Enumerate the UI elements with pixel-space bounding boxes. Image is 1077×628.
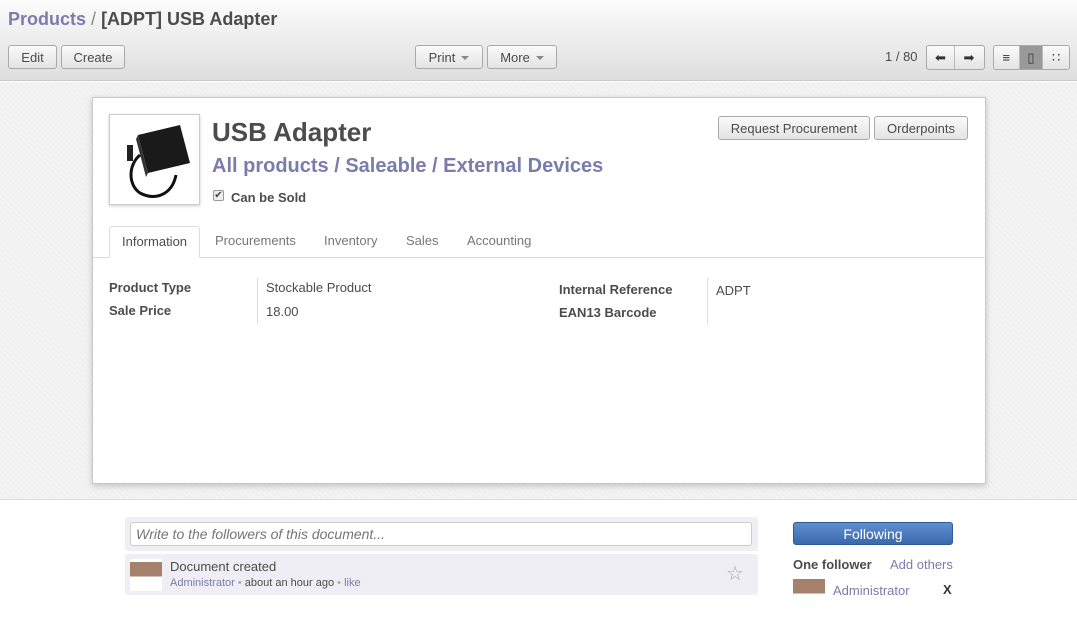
follower-name-link[interactable]: Administrator [833,583,910,598]
pager-buttons: ⬅ ➡ [926,45,985,70]
message-time: about an hour ago [244,577,335,589]
tab-procurements[interactable]: Procurements [203,226,308,258]
chatter-compose [125,517,758,551]
pager-value[interactable]: 1 / 80 [885,49,918,64]
can-be-sold-checkbox[interactable]: ✔ [213,190,224,201]
product-image[interactable] [109,114,200,205]
request-procurement-button[interactable]: Request Procurement [718,116,870,140]
view-switcher: ≡ ▯ ∷ [993,45,1070,70]
control-panel: Products / [ADPT] USB Adapter Edit Creat… [0,0,1077,81]
tab-sales[interactable]: Sales [394,226,451,258]
internal-reference-label: Internal Reference [559,282,673,297]
create-button[interactable]: Create [61,45,125,69]
divider [707,278,708,324]
breadcrumb-products-link[interactable]: Products [8,9,86,29]
product-type-label: Product Type [109,280,192,295]
avatar [130,559,162,591]
message-title: Document created [170,559,277,574]
next-arrow-icon[interactable]: ➡ [955,46,983,69]
followers-count: One follower [793,557,872,572]
create-label: Create [73,49,113,65]
can-be-sold-label: Can be Sold [231,190,307,205]
kanban-view-icon[interactable]: ∷ [1043,46,1069,69]
divider [257,278,258,324]
edit-label: Edit [21,49,44,65]
tab-accounting[interactable]: Accounting [455,226,543,258]
sale-price-label: Sale Price [109,303,172,318]
orderpoints-button[interactable]: Orderpoints [874,116,968,140]
tab-inventory[interactable]: Inventory [312,226,389,258]
breadcrumb-current: [ADPT] USB Adapter [101,9,278,29]
previous-arrow-icon[interactable]: ⬅ [927,46,955,69]
sale-price-field[interactable]: 18.00 [266,304,299,319]
separator-dot: • [237,577,242,589]
remove-follower-icon[interactable]: X [943,582,952,597]
form-sheet: USB Adapter All products / Saleable / Ex… [92,97,986,484]
form-view-icon[interactable]: ▯ [1019,46,1044,69]
following-label: Following [843,525,903,542]
add-others-link[interactable]: Add others [890,557,953,572]
message-input[interactable] [130,522,752,546]
breadcrumb: Products / [ADPT] USB Adapter [8,9,277,30]
internal-reference-field[interactable]: ADPT [716,283,751,298]
product-name: USB Adapter [212,117,372,147]
product-category: All products / Saleable / External Devic… [212,155,604,177]
list-view-icon[interactable]: ≡ [994,46,1020,69]
usb-adapter-image [127,125,190,198]
edit-button[interactable]: Edit [8,45,57,69]
tab-information[interactable]: Information [109,226,201,258]
notebook-tabs: Information Procurements Inventory Sales… [93,226,985,258]
following-button[interactable]: Following [793,522,953,545]
product-type-field[interactable]: Stockable Product [266,280,372,295]
request-procurement-label: Request Procurement [730,120,858,136]
message-author-link[interactable]: Administrator [170,577,235,589]
chatter-message: Document created Administrator • about a… [125,554,758,595]
print-dropdown[interactable]: Print [415,45,483,69]
more-dropdown[interactable]: More [487,45,557,69]
star-icon[interactable]: ☆ [726,561,744,586]
like-link[interactable]: like [344,577,361,589]
orderpoints-label: Orderpoints [887,120,955,136]
more-label: More [500,49,530,65]
follower-avatar [793,576,825,608]
print-label: Print [428,49,456,65]
caret-down-icon [461,56,470,60]
caret-down-icon [535,56,544,60]
separator-dot: • [337,577,342,589]
ean13-barcode-label: EAN13 Barcode [559,305,657,320]
breadcrumb-separator: / [91,9,97,29]
